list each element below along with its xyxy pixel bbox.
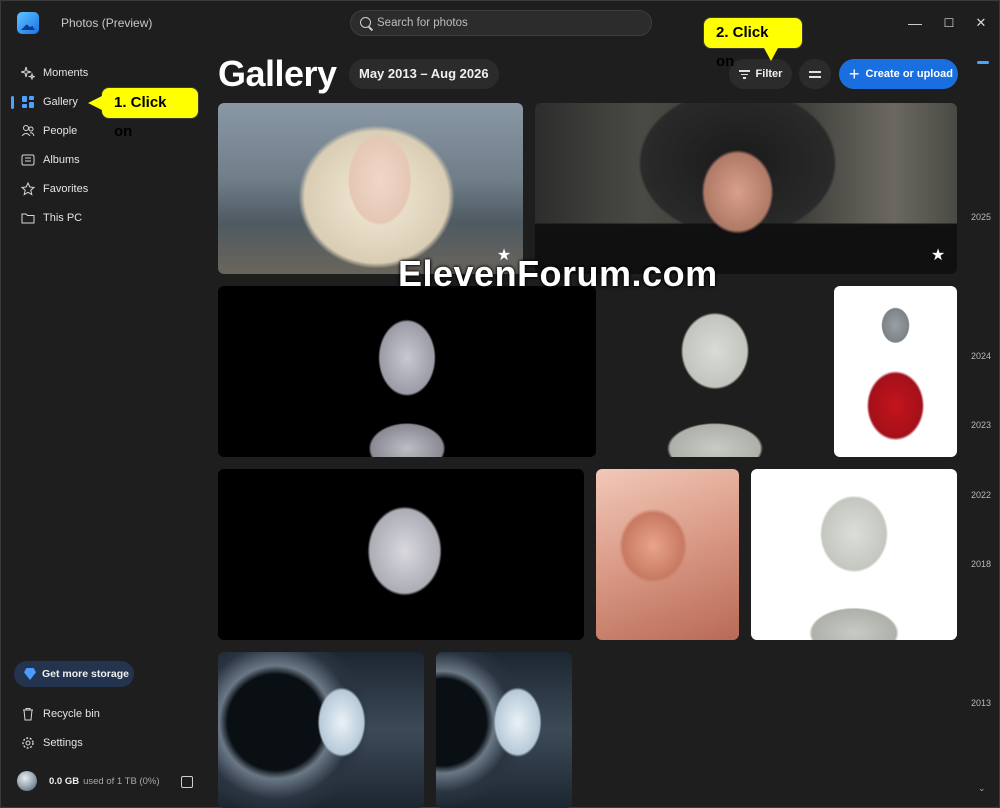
sparkle-icon	[21, 66, 35, 80]
close-button[interactable]: ✕	[969, 11, 993, 35]
photo-thumbnail[interactable]	[751, 469, 957, 640]
photo-thumbnail[interactable]	[834, 286, 957, 457]
sliders-icon	[809, 68, 821, 80]
sidebar-item-label: Moments	[43, 67, 89, 79]
star-outline-icon	[21, 182, 35, 196]
gear-icon	[22, 737, 34, 749]
chevron-down-icon[interactable]: ⌄	[978, 783, 986, 794]
sidebar-item-people[interactable]: People	[11, 118, 196, 144]
storage-info[interactable]: 0.0 GB used of 1 TB (0%)	[17, 771, 160, 791]
photo-thumbnail[interactable]: ★	[218, 103, 523, 274]
filter-label: Filter	[755, 68, 783, 80]
sidebar-item-label: Gallery	[43, 96, 78, 108]
sidebar-item-label: Albums	[43, 154, 80, 166]
timeline-year[interactable]: 2018	[971, 559, 991, 569]
page-title: Gallery	[218, 53, 337, 94]
title-bar: Photos (Preview) Search for photos — ☐ ✕	[1, 1, 1000, 45]
sidebar-item-settings[interactable]: Settings	[11, 730, 196, 756]
sidebar-item-label: This PC	[43, 212, 83, 224]
photo-thumbnail[interactable]	[218, 286, 596, 457]
view-options-button[interactable]	[799, 59, 831, 89]
sidebar-item-label: Recycle bin	[43, 708, 100, 720]
search-input[interactable]: Search for photos	[350, 10, 652, 36]
storage-manage-icon[interactable]	[181, 776, 193, 788]
sidebar-item-albums[interactable]: Albums	[11, 147, 196, 173]
photo-thumbnail[interactable]	[608, 286, 822, 457]
date-range-button[interactable]: May 2013 – Aug 2026	[349, 59, 499, 89]
diamond-icon	[24, 668, 36, 680]
timeline-position-indicator[interactable]	[977, 61, 989, 64]
callout-step-2: 2. Click on	[703, 17, 803, 70]
sidebar-item-label: Favorites	[43, 183, 89, 195]
timeline-year[interactable]: 2023	[971, 420, 991, 430]
photos-window: Photos (Preview) Search for photos — ☐ ✕…	[0, 0, 1000, 808]
avatar	[17, 771, 37, 791]
sidebar-item-label: People	[43, 125, 78, 137]
gallery-grid-icon	[22, 96, 34, 108]
sidebar-item-this-pc[interactable]: This PC	[11, 205, 196, 231]
timeline-year[interactable]: 2022	[971, 490, 991, 500]
sidebar: Moments Gallery People Albums Favorites …	[1, 56, 206, 808]
create-label: Create or upload	[865, 68, 953, 80]
get-more-storage-button[interactable]: Get more storage	[14, 661, 134, 687]
photo-thumbnail[interactable]	[218, 469, 584, 640]
maximize-button[interactable]: ☐	[937, 11, 961, 35]
sidebar-item-moments[interactable]: Moments	[11, 60, 196, 86]
active-indicator	[11, 96, 14, 109]
timeline-year[interactable]: 2013	[971, 698, 991, 708]
storage-total: used of 1 TB (0%)	[83, 775, 160, 787]
sidebar-item-recycle-bin[interactable]: Recycle bin	[11, 701, 196, 727]
filter-icon	[738, 70, 750, 79]
albums-icon	[21, 154, 35, 166]
photos-app-logo-icon	[17, 12, 39, 34]
create-or-upload-button[interactable]: + Create or upload	[839, 59, 958, 89]
filter-button[interactable]: Filter	[729, 59, 792, 89]
storage-button-label: Get more storage	[42, 668, 129, 680]
minimize-button[interactable]: —	[903, 11, 927, 35]
callout-step-1: 1. Click on	[88, 87, 199, 140]
photo-thumbnail[interactable]	[436, 652, 572, 808]
sidebar-item-label: Settings	[43, 737, 83, 749]
photo-thumbnail[interactable]	[218, 652, 424, 808]
watermark-text: ElevenForum.com	[398, 253, 718, 294]
search-placeholder: Search for photos	[377, 17, 468, 29]
folder-icon	[21, 213, 35, 224]
favorite-star-icon[interactable]: ★	[930, 248, 946, 264]
people-icon	[21, 125, 35, 137]
photo-thumbnail[interactable]	[596, 469, 739, 640]
trash-icon	[23, 708, 33, 721]
search-icon	[360, 17, 371, 28]
photo-thumbnail[interactable]: ★	[535, 103, 957, 274]
sidebar-item-favorites[interactable]: Favorites	[11, 176, 196, 202]
timeline-year[interactable]: 2024	[971, 351, 991, 361]
timeline-year[interactable]: 2025	[971, 212, 991, 222]
app-title: Photos (Preview)	[61, 16, 153, 30]
plus-icon: +	[849, 64, 860, 84]
storage-used: 0.0 GB	[49, 775, 80, 787]
